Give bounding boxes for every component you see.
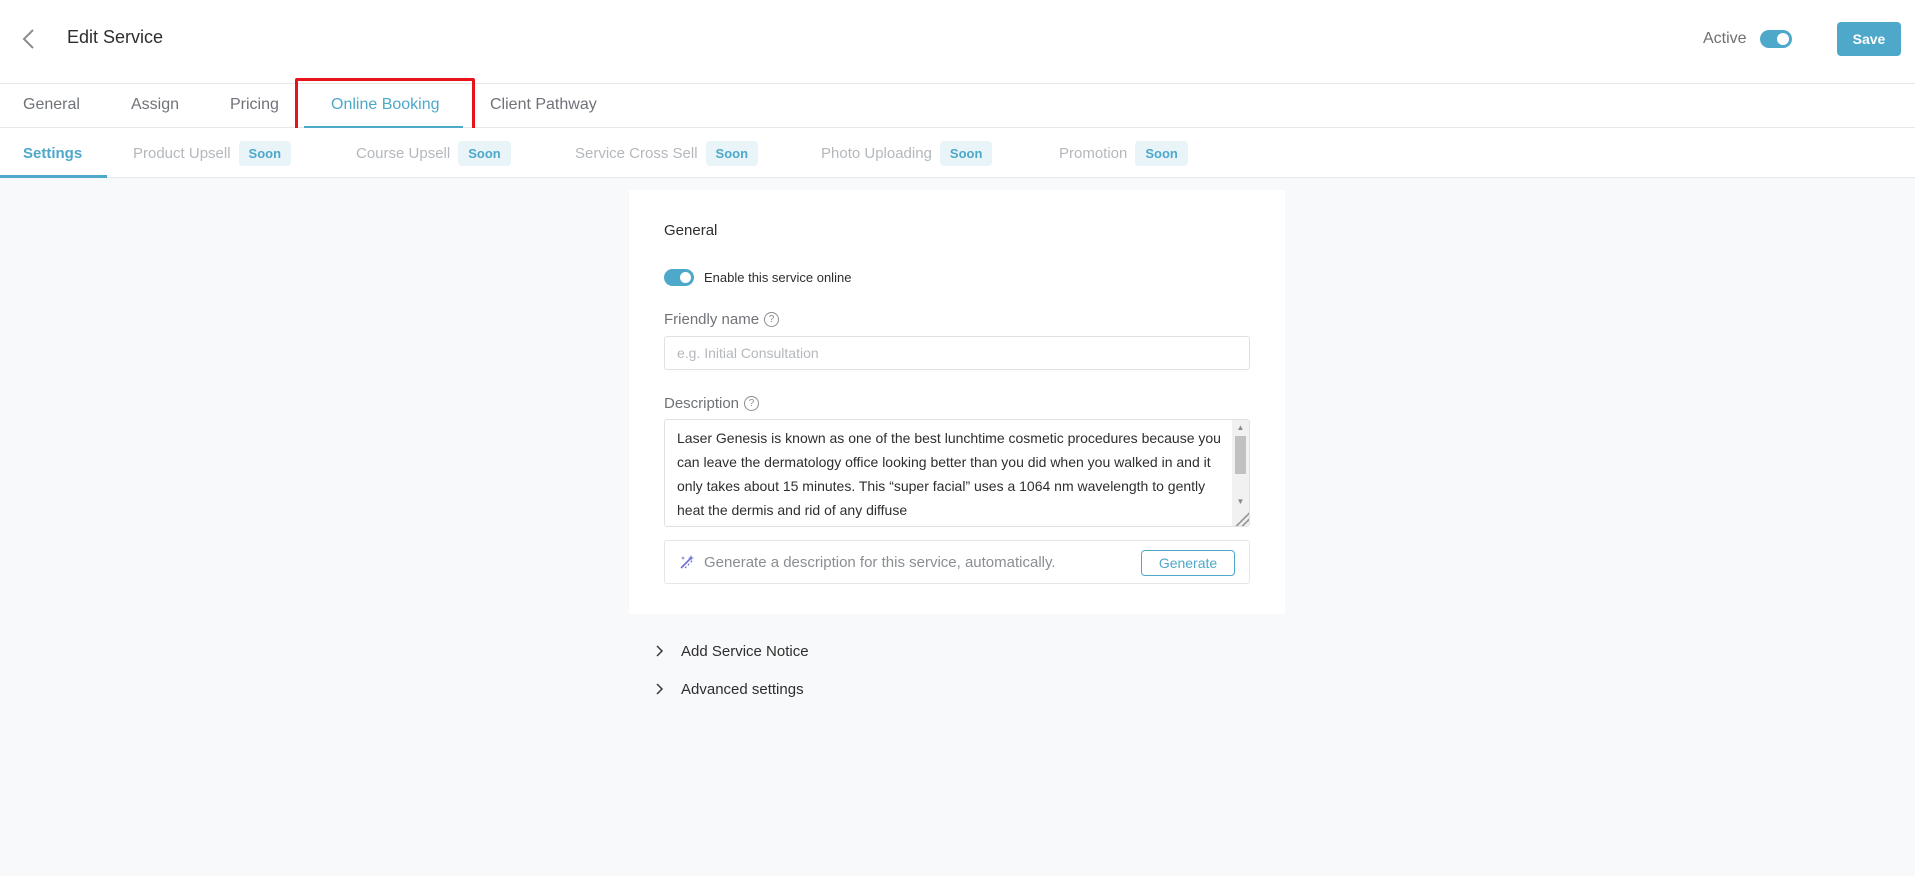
- subtab-course-upsell: Course Upsell Soon: [356, 128, 511, 178]
- tab-pricing[interactable]: Pricing: [230, 96, 279, 114]
- soon-badge: Soon: [939, 140, 993, 166]
- ai-generate-bar: Generate a description for this service,…: [664, 540, 1250, 584]
- back-button[interactable]: [16, 24, 40, 54]
- scroll-thumb[interactable]: [1235, 436, 1246, 474]
- sub-tabs: Settings Product Upsell Soon Course Upse…: [0, 128, 1915, 178]
- subtab-promotion: Promotion Soon: [1059, 128, 1188, 178]
- magic-wand-icon: [680, 555, 694, 569]
- tab-assign[interactable]: Assign: [131, 96, 179, 114]
- scroll-up-arrow-icon[interactable]: ▲: [1232, 420, 1249, 434]
- help-icon[interactable]: ?: [764, 312, 780, 327]
- tab-online-booking[interactable]: Online Booking: [331, 96, 440, 114]
- general-settings-card: General Enable this service online Frien…: [629, 190, 1285, 614]
- soon-badge: Soon: [1135, 140, 1188, 166]
- soon-badge: Soon: [458, 140, 511, 166]
- friendly-name-input[interactable]: [664, 336, 1250, 370]
- advanced-settings-label: Advanced settings: [681, 680, 804, 698]
- generate-button[interactable]: Generate: [1141, 550, 1235, 576]
- subtab-course-upsell-label: Course Upsell: [356, 144, 451, 162]
- section-title: General: [664, 222, 718, 239]
- subtab-photo-uploading: Photo Uploading Soon: [821, 128, 993, 178]
- tab-client-pathway[interactable]: Client Pathway: [490, 96, 597, 114]
- enable-online-label: Enable this service online: [704, 270, 852, 285]
- subtab-service-cross-sell-label: Service Cross Sell: [575, 144, 698, 162]
- soon-badge: Soon: [705, 140, 759, 166]
- chevron-right-icon: [656, 683, 664, 695]
- friendly-name-label-text: Friendly name: [664, 311, 760, 328]
- subtab-settings[interactable]: Settings: [23, 128, 82, 178]
- description-textarea[interactable]: Laser Genesis is known as one of the bes…: [664, 419, 1250, 527]
- resize-grip-icon[interactable]: [1234, 511, 1249, 526]
- help-icon[interactable]: ?: [744, 396, 760, 411]
- active-toggle[interactable]: [1760, 30, 1792, 48]
- page-title: Edit Service: [67, 27, 164, 47]
- subtab-photo-uploading-label: Photo Uploading: [821, 144, 932, 162]
- active-subtab-underline: [0, 175, 107, 178]
- description-text[interactable]: Laser Genesis is known as one of the bes…: [677, 426, 1227, 522]
- subtab-promotion-label: Promotion: [1059, 144, 1128, 162]
- soon-badge: Soon: [238, 140, 292, 166]
- scroll-down-arrow-icon[interactable]: ▼: [1232, 494, 1249, 508]
- advanced-settings-expander[interactable]: Advanced settings: [651, 680, 804, 698]
- generate-hint: Generate a description for this service,…: [704, 554, 1056, 571]
- main-tabs: General Assign Pricing Online Booking Cl…: [0, 84, 1915, 128]
- add-service-notice-expander[interactable]: Add Service Notice: [651, 642, 809, 660]
- description-label: Description ?: [664, 395, 760, 412]
- save-button[interactable]: Save: [1837, 22, 1901, 56]
- friendly-name-label: Friendly name ?: [664, 311, 780, 328]
- chevron-right-icon: [656, 645, 664, 657]
- description-label-text: Description: [664, 395, 740, 412]
- tab-general[interactable]: General: [23, 96, 80, 114]
- chevron-left-icon: [22, 29, 34, 49]
- subtab-settings-label: Settings: [23, 144, 83, 162]
- subtab-service-cross-sell: Service Cross Sell Soon: [575, 128, 759, 178]
- top-bar: Edit Service Active Save: [0, 0, 1915, 84]
- enable-online-toggle[interactable]: [664, 269, 694, 286]
- add-service-notice-label: Add Service Notice: [681, 642, 809, 660]
- subtab-product-upsell: Product Upsell Soon: [133, 128, 292, 178]
- active-label: Active: [1703, 30, 1747, 47]
- subtab-product-upsell-label: Product Upsell: [133, 144, 231, 162]
